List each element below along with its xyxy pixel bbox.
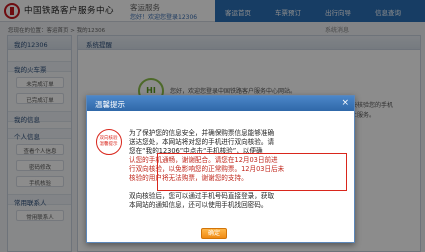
dialog-message-line: 双向核验后，您可以通过手机号码直接登录，获取: [129, 192, 275, 200]
dialog-message-line: 送达您处，本网站将对您的手机进行双向核验。请: [129, 138, 275, 146]
dialog-title-bar: 温馨提示 ×: [87, 96, 354, 111]
notice-dialog: 温馨提示 × 双向核验 温馨提示 为了保护您的信息安全，并确保购票信息能够准确 …: [86, 95, 355, 243]
verification-stamp-icon: 双向核验 温馨提示: [96, 129, 122, 155]
highlight-box: [157, 153, 347, 191]
dialog-message-line: 为了保护您的信息安全，并确保购票信息能够准确: [129, 129, 275, 137]
dialog-title: 温馨提示: [95, 100, 125, 109]
confirm-button[interactable]: 确定: [201, 228, 227, 239]
close-icon[interactable]: ×: [341, 97, 349, 109]
dialog-message-line: 本网站的通知信息，还可以使用手机找回密码。: [129, 201, 268, 209]
stamp-line: 温馨提示: [99, 142, 118, 147]
